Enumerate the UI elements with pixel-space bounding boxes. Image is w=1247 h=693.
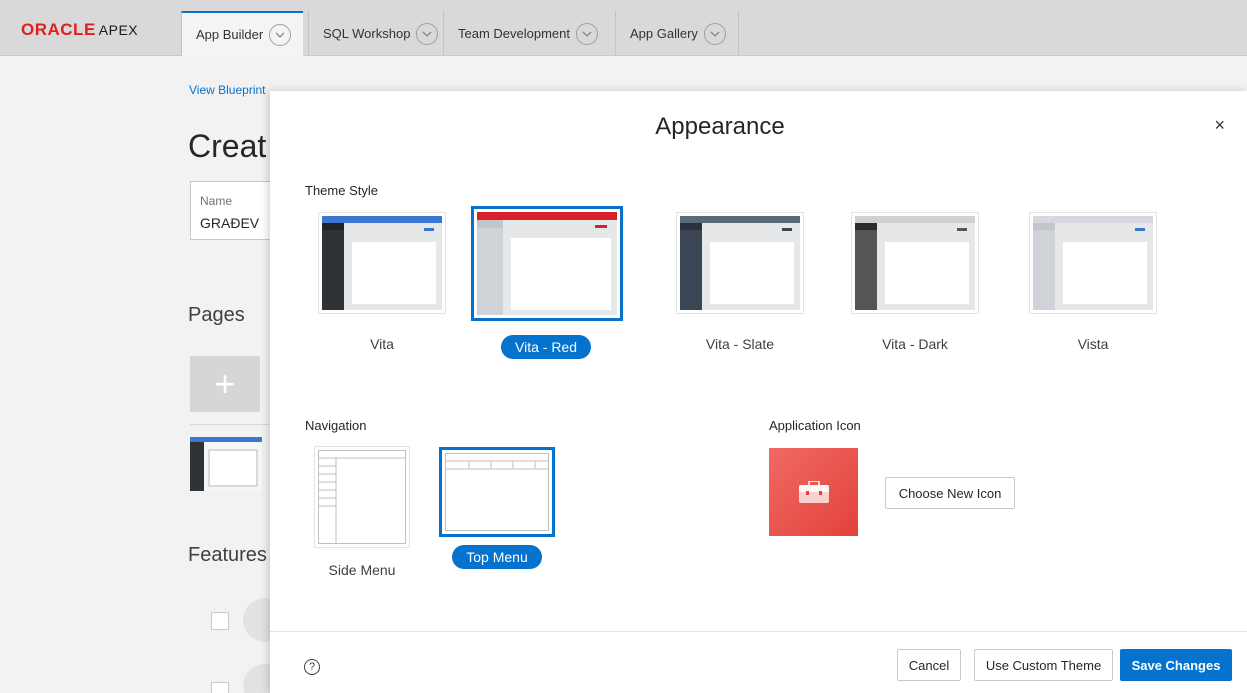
theme-name-selected: Vita - Red (501, 335, 591, 359)
feature-checkbox[interactable] (211, 612, 229, 630)
appearance-dialog: Appearance × Theme Style Vita Vita - Red… (270, 91, 1247, 693)
top-menu-preview (439, 447, 555, 537)
plus-icon: + (214, 363, 236, 404)
name-field-value: GRAĐEV (200, 215, 260, 231)
tab-label: App Builder (196, 27, 264, 42)
tab-team-development[interactable]: Team Development (443, 11, 610, 56)
navigation-option-side-menu[interactable]: Side Menu (314, 446, 410, 578)
save-changes-button[interactable]: Save Changes (1120, 649, 1232, 681)
chevron-down-icon[interactable] (416, 22, 439, 45)
feature-checkbox[interactable] (211, 682, 229, 693)
choose-new-icon-button[interactable]: Choose New Icon (885, 477, 1015, 509)
navigation-label: Navigation (305, 418, 367, 433)
theme-preview (471, 206, 623, 321)
divider (190, 424, 270, 425)
features-heading: Features (188, 544, 267, 566)
theme-preview (318, 212, 446, 314)
tab-label: Team Development (458, 26, 570, 41)
tab-app-gallery[interactable]: App Gallery (615, 11, 739, 56)
theme-option-vita[interactable]: Vita (307, 212, 457, 352)
oracle-apex-logo[interactable]: ORACLE APEX (21, 20, 138, 40)
theme-option-vista[interactable]: Vista (1018, 212, 1168, 352)
theme-preview (851, 212, 979, 314)
close-icon[interactable]: × (1214, 115, 1225, 136)
theme-preview (1029, 212, 1157, 314)
tab-label: SQL Workshop (323, 26, 411, 41)
theme-preview (676, 212, 804, 314)
side-menu-preview (314, 446, 410, 548)
navigation-name-selected: Top Menu (452, 545, 542, 569)
view-blueprint-link[interactable]: View Blueprint (189, 83, 266, 97)
theme-option-vita-red[interactable]: Vita - Red (471, 206, 623, 359)
help-icon[interactable]: ? (304, 659, 320, 675)
logo-apex-text: APEX (98, 22, 139, 38)
top-navigation-bar: ORACLE APEX App Builder SQL Workshop Team… (0, 0, 1247, 56)
logo-oracle-text: ORACLE (21, 20, 96, 39)
application-icon-label: Application Icon (769, 418, 861, 433)
theme-option-vita-dark[interactable]: Vita - Dark (840, 212, 990, 352)
chevron-down-icon[interactable] (703, 22, 726, 45)
theme-name: Vita - Slate (705, 336, 775, 352)
use-custom-theme-button[interactable]: Use Custom Theme (974, 649, 1113, 681)
dialog-footer: ? Cancel Use Custom Theme Save Changes (270, 631, 1247, 693)
add-page-button[interactable]: + (190, 356, 260, 412)
name-field[interactable]: Name GRAĐEV (190, 181, 280, 240)
page-thumbnail[interactable] (190, 437, 262, 491)
tab-label: App Gallery (630, 26, 698, 41)
theme-name: Vita (370, 336, 394, 352)
chevron-down-icon[interactable] (576, 22, 598, 45)
dialog-title: Appearance (655, 113, 785, 140)
pages-heading: Pages (188, 304, 245, 326)
navigation-option-top-menu[interactable]: Top Menu (439, 447, 555, 569)
toolbox-icon (798, 481, 829, 503)
navigation-name: Side Menu (328, 562, 396, 578)
application-icon-preview (769, 448, 858, 536)
theme-option-vita-slate[interactable]: Vita - Slate (665, 212, 815, 352)
tab-sql-workshop[interactable]: SQL Workshop (308, 11, 450, 56)
theme-name: Vista (1077, 336, 1109, 352)
theme-style-label: Theme Style (305, 183, 378, 198)
page-title: Creat (188, 128, 267, 164)
tab-app-builder[interactable]: App Builder (181, 11, 304, 56)
theme-name: Vita - Dark (882, 336, 948, 352)
chevron-down-icon[interactable] (269, 23, 292, 46)
name-field-label: Name (200, 194, 233, 208)
cancel-button[interactable]: Cancel (897, 649, 961, 681)
